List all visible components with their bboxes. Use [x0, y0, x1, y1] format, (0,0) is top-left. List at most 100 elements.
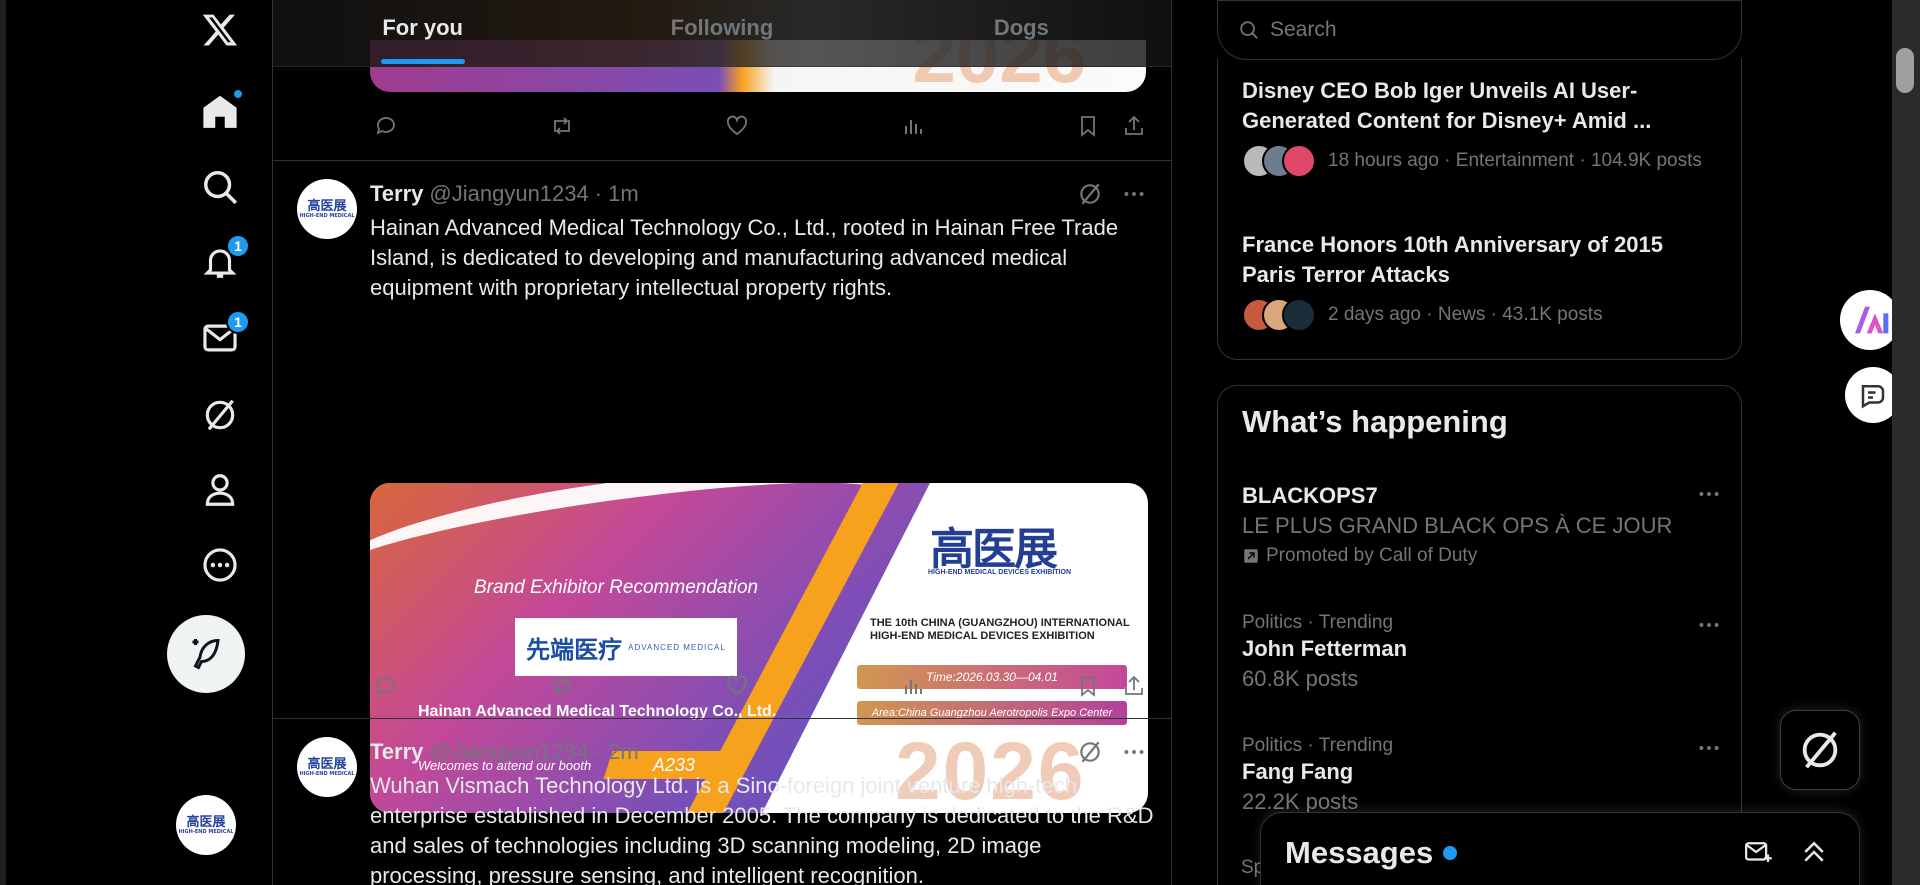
new-message-icon[interactable] [1743, 837, 1773, 867]
tweet-text: Hainan Advanced Medical Technology Co., … [370, 215, 1119, 300]
timeline: 2026 For you Following Dogs 高医展HIGH-END … [272, 0, 1172, 885]
news-item[interactable]: France Honors 10th Anniversary of 2015 P… [1242, 230, 1722, 332]
reply-button[interactable] [370, 110, 402, 142]
news-meta: 2 days ago · News · 43.1K posts [1328, 304, 1603, 325]
analytics-icon [904, 120, 922, 134]
news-item[interactable]: Disney CEO Bob Iger Unveils AI User-Gene… [1242, 76, 1722, 178]
section-title: What’s happening [1242, 404, 1508, 439]
scrollbar-thumb[interactable] [1896, 48, 1914, 93]
tweet-author-name[interactable]: Terry [370, 739, 423, 765]
messages-title: Messages [1285, 835, 1434, 870]
trend-more-button[interactable] [1696, 612, 1722, 643]
reply-icon [376, 677, 395, 695]
account-avatar[interactable]: 高医展 HIGH-END MEDICAL [176, 795, 236, 855]
like-button[interactable] [721, 110, 753, 142]
like-button[interactable] [721, 670, 753, 702]
timeline-tabs: For you Following Dogs [273, 0, 1171, 67]
tweet-author-name[interactable]: Terry [370, 181, 423, 207]
bookmark-button[interactable] [1072, 110, 1104, 142]
tab-following[interactable]: Following [572, 0, 871, 66]
trend-name: John Fetterman [1242, 636, 1408, 661]
share-icon [1125, 675, 1143, 695]
unread-dot [232, 88, 244, 100]
repost-button[interactable] [546, 670, 578, 702]
trend-item[interactable]: Politics · Trending Fang Fang 22.2K post… [1242, 735, 1722, 815]
nav-more[interactable] [184, 535, 256, 595]
tweet-avatar[interactable]: 高医展 HIGH-END MEDICAL [297, 737, 357, 797]
trend-more-button[interactable] [1696, 481, 1722, 512]
trend-name: Fang Fang [1242, 759, 1354, 784]
tab-dogs[interactable]: Dogs [872, 0, 1171, 66]
tweet-author-handle[interactable]: @Jiangyun1234 [429, 739, 588, 765]
trend-item[interactable]: BLACKOPS7 LE PLUS GRAND BLACK OPS À CE J… [1242, 481, 1722, 567]
views-button[interactable] [897, 110, 929, 142]
nav-messages[interactable]: 1 [184, 308, 256, 368]
messages-badge: 1 [226, 310, 250, 334]
grok-button[interactable] [1780, 710, 1860, 790]
grok-icon[interactable] [1077, 739, 1103, 765]
tweet-author-handle[interactable]: @Jiangyun1234 [429, 181, 588, 207]
person-icon [205, 474, 235, 506]
primary-nav: 1 1 [167, 0, 273, 885]
ai-assistant-button[interactable] [1840, 290, 1900, 350]
reply-icon [376, 117, 395, 135]
ai-logo-icon [1855, 306, 1889, 334]
avatar-logo: 高医展 HIGH-END MEDICAL [178, 814, 234, 835]
messages-drawer[interactable]: Messages [1260, 812, 1860, 885]
post-button[interactable] [167, 615, 245, 693]
tweet-timestamp[interactable]: 2m [608, 739, 639, 765]
news-title: Disney CEO Bob Iger Unveils AI User-Gene… [1242, 78, 1652, 133]
news-panel: Disney CEO Bob Iger Unveils AI User-Gene… [1217, 58, 1742, 360]
share-button[interactable] [1118, 110, 1150, 142]
heart-icon [726, 115, 748, 136]
scrollbar[interactable] [1892, 0, 1920, 885]
news-meta: 18 hours ago · Entertainment · 104.9K po… [1328, 150, 1702, 171]
window-edge [0, 0, 6, 885]
views-button[interactable] [897, 670, 929, 702]
repost-button[interactable] [546, 110, 578, 142]
share-icon [1125, 115, 1143, 135]
more-circle-icon [203, 548, 237, 582]
heart-icon [726, 675, 748, 696]
nav-home[interactable] [184, 82, 256, 142]
grok-icon [1802, 731, 1838, 769]
tweet-timestamp[interactable]: 1m [608, 181, 639, 207]
more-icon[interactable] [1121, 181, 1147, 207]
news-title: France Honors 10th Anniversary of 2015 P… [1242, 232, 1664, 287]
analytics-icon [904, 680, 922, 694]
more-icon[interactable] [1121, 739, 1147, 765]
active-tab-indicator [380, 59, 465, 64]
previous-tweet-actions [370, 108, 1150, 144]
grok-icon[interactable] [1077, 181, 1103, 207]
share-button[interactable] [1118, 670, 1150, 702]
notifications-badge: 1 [226, 234, 250, 258]
nav-grok[interactable] [184, 385, 256, 445]
nav-explore[interactable] [184, 157, 256, 217]
nav-profile[interactable] [184, 460, 256, 520]
news-avatars [1242, 144, 1316, 178]
promoted-label: Promoted by Call of Duty [1266, 545, 1478, 566]
more-icon [1699, 492, 1719, 496]
tweet-text: Wuhan Vismach Technology Ltd. is a Sino-… [370, 773, 1154, 885]
reply-button[interactable] [370, 670, 402, 702]
search-input[interactable] [1270, 18, 1690, 42]
expo-logo: 高医展 [930, 525, 1058, 574]
tab-for-you[interactable]: For you [273, 0, 572, 66]
grok-icon [205, 399, 235, 431]
x-logo-icon[interactable] [184, 0, 256, 60]
promoted-icon [1244, 549, 1258, 563]
tweet-avatar[interactable]: 高医展 HIGH-END MEDICAL [297, 179, 357, 239]
search-icon [1240, 21, 1258, 39]
search-box[interactable] [1217, 0, 1742, 60]
whats-happening-panel: What’s happening BLACKOPS7 LE PLUS GRAND… [1217, 385, 1742, 885]
unread-dot [1443, 846, 1458, 860]
trend-item[interactable]: Politics · Trending John Fetterman 60.8K… [1242, 612, 1722, 692]
nav-notifications[interactable]: 1 [184, 232, 256, 292]
trend-name: BLACKOPS7 [1242, 483, 1378, 508]
bookmark-button[interactable] [1072, 670, 1104, 702]
feather-plus-icon [192, 638, 220, 670]
trend-more-button[interactable] [1696, 735, 1722, 766]
repost-icon [553, 117, 570, 135]
tweet-actions [370, 668, 1150, 704]
chevron-double-up-icon[interactable] [1799, 837, 1829, 867]
